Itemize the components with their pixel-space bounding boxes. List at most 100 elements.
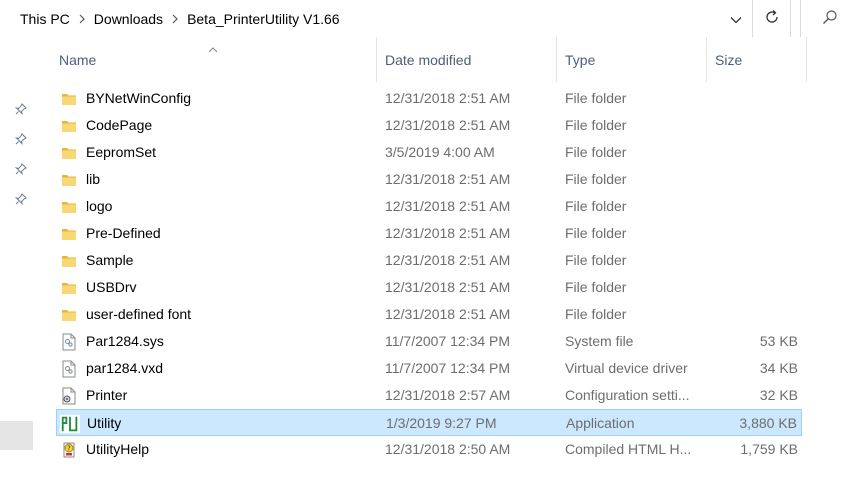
column-header-row: Name Date modified Type Size <box>38 37 853 82</box>
file-date-modified: 12/31/2018 2:50 AM <box>385 441 511 457</box>
pin-icon[interactable] <box>14 132 28 146</box>
column-header-date[interactable]: Date modified <box>377 37 557 82</box>
file-date-modified: 12/31/2018 2:51 AM <box>385 225 511 241</box>
file-row[interactable]: CodePage 12/31/2018 2:51 AM File folder <box>56 112 802 139</box>
breadcrumb: This PC Downloads Beta_PrinterUtility V1… <box>20 0 340 37</box>
file-date-modified: 12/31/2018 2:57 AM <box>385 387 511 403</box>
file-name: USBDrv <box>86 279 137 295</box>
file-type: System file <box>565 333 634 349</box>
file-type: Configuration setti... <box>565 387 690 403</box>
file-row[interactable]: EepromSet 3/5/2019 4:00 AM File folder <box>56 139 802 166</box>
file-name: Par1284.sys <box>86 333 164 349</box>
file-name: BYNetWinConfig <box>86 90 192 106</box>
file-date-modified: 3/5/2019 4:00 AM <box>385 144 495 160</box>
file-date-modified: 11/7/2007 12:34 PM <box>385 360 511 376</box>
file-type: File folder <box>565 117 627 133</box>
file-date-modified: 12/31/2018 2:51 AM <box>385 306 511 322</box>
pin-icon[interactable] <box>14 162 28 176</box>
file-row[interactable]: user-defined font 12/31/2018 2:51 AM File … <box>56 301 802 328</box>
file-date-modified: 12/31/2018 2:51 AM <box>385 117 511 133</box>
column-header-date-label: Date modified <box>385 51 472 68</box>
file-date-modified: 12/31/2018 2:51 AM <box>385 198 511 214</box>
file-size: 3,880 KB <box>739 415 797 431</box>
file-name: Utility <box>87 415 122 431</box>
chevron-right-icon[interactable] <box>70 14 94 24</box>
address-bar[interactable]: This PC Downloads Beta_PrinterUtility V1… <box>0 0 753 37</box>
folder-icon <box>59 305 79 325</box>
folder-icon <box>59 251 79 271</box>
file-row[interactable]: Sample 12/31/2018 2:51 AM File folder <box>56 247 802 274</box>
file-row[interactable]: logo 12/31/2018 2:51 AM File folder <box>56 193 802 220</box>
file-type: File folder <box>565 198 627 214</box>
file-name: UtilityHelp <box>86 441 150 457</box>
breadcrumb-downloads[interactable]: Downloads <box>94 11 163 27</box>
file-type: Application <box>566 415 635 431</box>
folder-icon <box>59 143 79 163</box>
app-icon <box>60 414 80 434</box>
chevron-down-icon <box>730 11 742 27</box>
folder-icon <box>59 197 79 217</box>
file-date-modified: 11/7/2007 12:34 PM <box>385 333 511 349</box>
breadcrumb-current-folder[interactable]: Beta_PrinterUtility V1.66 <box>187 11 340 27</box>
file-name: lib <box>86 171 101 187</box>
file-date-modified: 1/3/2019 9:27 PM <box>386 415 497 431</box>
file-size: 53 KB <box>759 333 798 349</box>
help-file-icon: ? <box>59 440 79 460</box>
file-row[interactable]: par1284.vxd 11/7/2007 12:34 PM Virtual dev… <box>56 355 802 382</box>
config-file-icon <box>59 386 79 406</box>
address-history-button[interactable] <box>718 0 753 37</box>
file-name: logo <box>86 198 113 214</box>
file-type: File folder <box>565 279 627 295</box>
column-header-type-label: Type <box>565 51 596 68</box>
file-row[interactable]: lib 12/31/2018 2:51 AM File folder <box>56 166 802 193</box>
file-date-modified: 12/31/2018 2:51 AM <box>385 90 511 106</box>
file-name: Sample <box>86 252 134 268</box>
file-type: Virtual device driver <box>565 360 688 376</box>
file-type: File folder <box>565 90 627 106</box>
refresh-button[interactable] <box>754 0 791 37</box>
folder-icon <box>59 224 79 244</box>
pin-icon[interactable] <box>14 192 28 206</box>
file-type: File folder <box>565 225 627 241</box>
file-row[interactable]: Utility 1/3/2019 9:27 PM Application 3,880 … <box>56 409 802 436</box>
file-type: Compiled HTML H... <box>565 441 692 457</box>
address-toolbar: This PC Downloads Beta_PrinterUtility V1… <box>0 0 853 37</box>
file-row[interactable]: Par1284.sys 11/7/2007 12:34 PM System file… <box>56 328 802 355</box>
column-header-size-label: Size <box>715 51 743 68</box>
column-header-size[interactable]: Size <box>707 37 807 82</box>
column-header-name[interactable]: Name <box>51 37 377 82</box>
refresh-icon <box>764 9 780 28</box>
system-file-icon <box>59 359 79 379</box>
svg-text:?: ? <box>67 445 71 453</box>
file-name: user-defined font <box>86 306 192 322</box>
folder-icon <box>59 89 79 109</box>
file-name: Printer <box>86 387 128 403</box>
pin-icon[interactable] <box>14 102 28 116</box>
folder-icon <box>59 170 79 190</box>
folder-icon <box>59 116 79 136</box>
file-row[interactable]: BYNetWinConfig 12/31/2018 2:51 AM File fol… <box>56 85 802 112</box>
file-type: File folder <box>565 144 627 160</box>
file-row[interactable]: USBDrv 12/31/2018 2:51 AM File folder <box>56 274 802 301</box>
search-icon <box>822 9 838 28</box>
file-type: File folder <box>565 252 627 268</box>
file-name: EepromSet <box>86 144 157 160</box>
file-date-modified: 12/31/2018 2:51 AM <box>385 279 511 295</box>
file-row[interactable]: Printer 12/31/2018 2:57 AM Configuration s… <box>56 382 802 409</box>
navigation-pane <box>0 37 34 484</box>
file-type: File folder <box>565 171 627 187</box>
file-name: par1284.vxd <box>86 360 164 376</box>
chevron-right-icon[interactable] <box>163 14 187 24</box>
folder-icon <box>59 278 79 298</box>
file-size: 1,759 KB <box>740 441 798 457</box>
file-row[interactable]: Pre-Defined 12/31/2018 2:51 AM File folder <box>56 220 802 247</box>
file-type: File folder <box>565 306 627 322</box>
column-header-type[interactable]: Type <box>557 37 707 82</box>
system-file-icon <box>59 332 79 352</box>
file-name: CodePage <box>86 117 153 133</box>
search-box[interactable] <box>800 0 853 37</box>
nav-selected-item[interactable] <box>0 421 33 450</box>
file-row[interactable]: ? UtilityHelp 12/31/2018 2:50 AM Compiled H… <box>56 436 802 463</box>
file-date-modified: 12/31/2018 2:51 AM <box>385 252 511 268</box>
breadcrumb-this-pc[interactable]: This PC <box>20 11 70 27</box>
